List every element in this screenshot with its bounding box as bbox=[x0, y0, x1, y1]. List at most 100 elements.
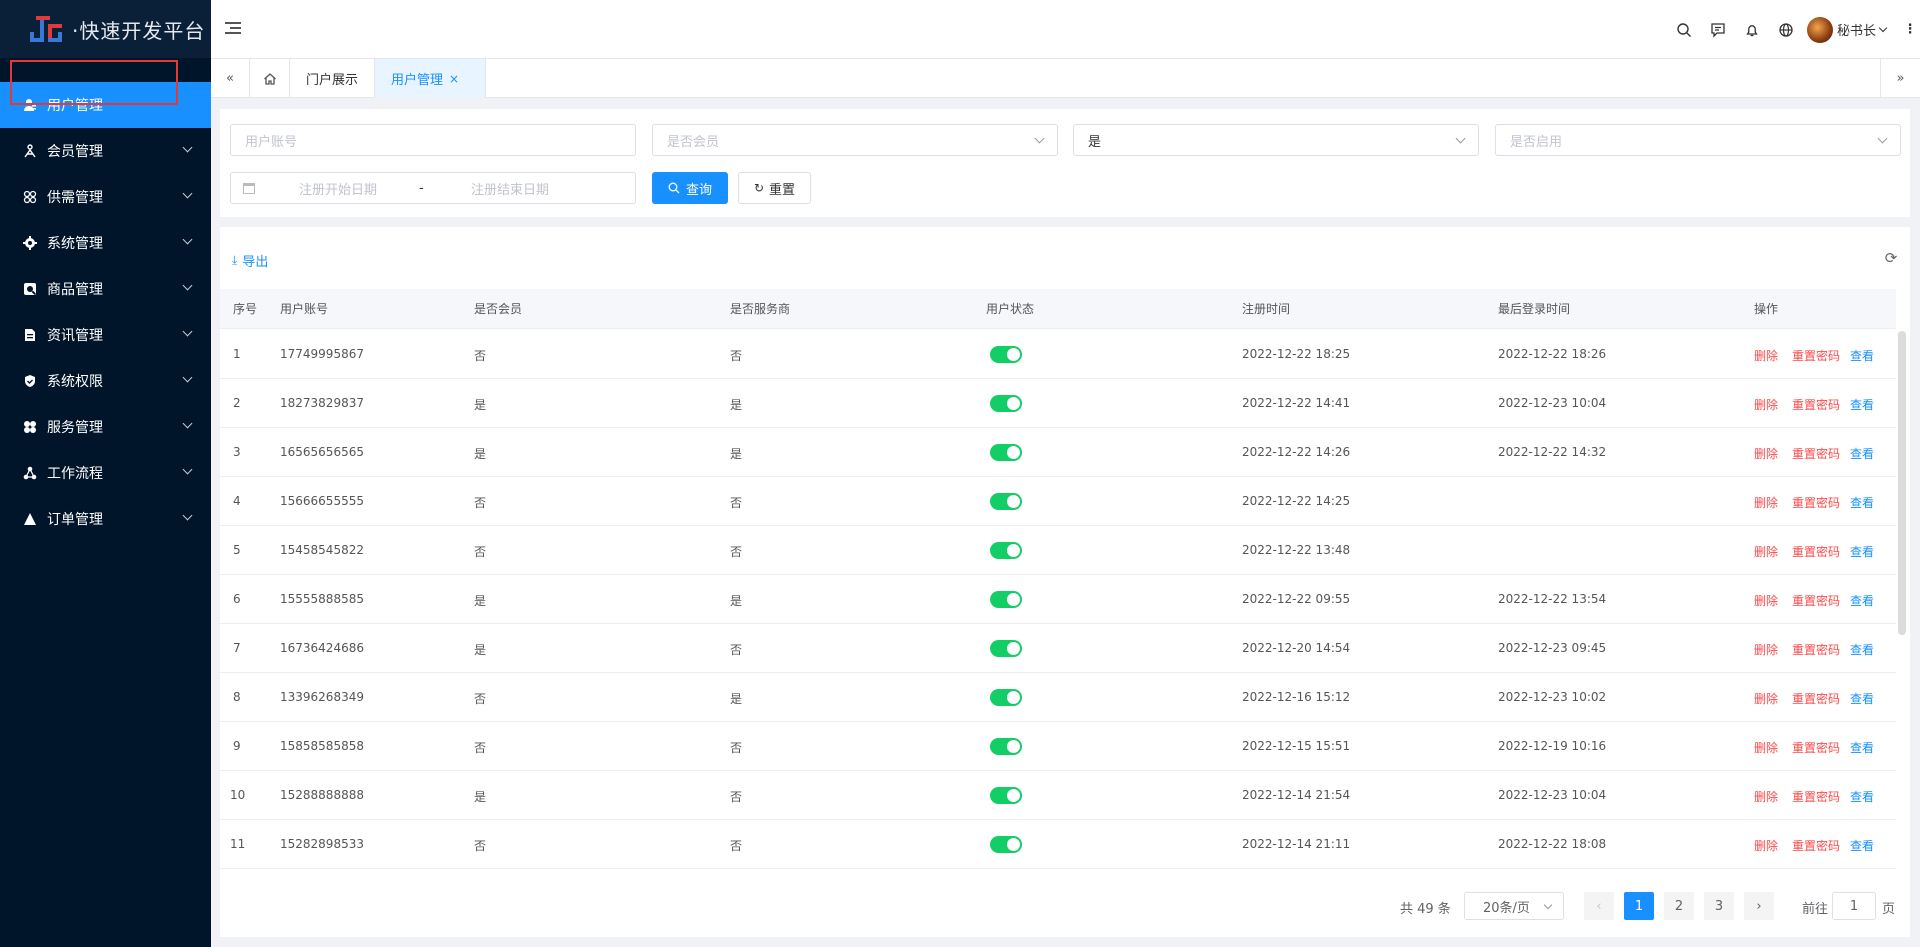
bell-icon[interactable] bbox=[1735, 13, 1769, 47]
view-link[interactable]: 查看 bbox=[1850, 641, 1874, 658]
members-icon bbox=[22, 143, 38, 159]
view-link[interactable]: 查看 bbox=[1850, 592, 1874, 609]
delete-link[interactable]: 删除 bbox=[1754, 788, 1778, 805]
table-row: 1 17749995867 否 否 2022-12-22 18:25 2022-12-22… bbox=[220, 330, 1896, 379]
view-link[interactable]: 查看 bbox=[1850, 788, 1874, 805]
status-toggle[interactable] bbox=[990, 395, 1022, 412]
cell-no: 8 bbox=[233, 690, 241, 704]
reset-password-link[interactable]: 重置密码 bbox=[1792, 445, 1840, 462]
reset-password-link[interactable]: 重置密码 bbox=[1792, 739, 1840, 756]
sidebar-item-permissions[interactable]: 系统权限 bbox=[0, 358, 211, 404]
view-link[interactable]: 查看 bbox=[1850, 739, 1874, 756]
reset-password-link[interactable]: 重置密码 bbox=[1792, 543, 1840, 560]
goto-page-input[interactable]: 1 bbox=[1832, 892, 1876, 920]
scroll-left-icon[interactable]: « bbox=[211, 59, 250, 98]
sidebar-item-services[interactable]: 服务管理 bbox=[0, 404, 211, 450]
delete-link[interactable]: 删除 bbox=[1754, 445, 1778, 462]
view-link[interactable]: 查看 bbox=[1850, 837, 1874, 854]
user-menu[interactable]: 秘书长 bbox=[1806, 16, 1892, 43]
total-count: 共 49 条 bbox=[1400, 902, 1451, 917]
reset-password-link[interactable]: 重置密码 bbox=[1792, 690, 1840, 707]
search-panel: 用户账号 是否会员 是 是否启用 注册开始日期 - 注册结束日期 查询 ↻ 重置 bbox=[220, 109, 1910, 217]
logo: ·快速开发平台 bbox=[0, 0, 211, 58]
cell-account: 15858585858 bbox=[280, 739, 364, 753]
status-toggle[interactable] bbox=[990, 689, 1022, 706]
account-input[interactable]: 用户账号 bbox=[230, 124, 636, 156]
cell-account: 15288888888 bbox=[280, 788, 364, 802]
delete-link[interactable]: 删除 bbox=[1754, 690, 1778, 707]
sidebar-item-goods[interactable]: 商品管理 bbox=[0, 266, 211, 312]
tab-user-management[interactable]: 用户管理 × bbox=[375, 59, 486, 98]
view-link[interactable]: 查看 bbox=[1850, 445, 1874, 462]
status-toggle[interactable] bbox=[990, 493, 1022, 510]
status-toggle[interactable] bbox=[990, 346, 1022, 363]
username[interactable]: 秘书长 bbox=[1837, 20, 1876, 39]
sidebar-item-members[interactable]: 会员管理 bbox=[0, 128, 211, 174]
chevron-down-icon bbox=[182, 234, 193, 245]
delete-link[interactable]: 删除 bbox=[1754, 347, 1778, 364]
table-row: 3 16565656565 是 是 2022-12-22 14:26 2022-12-22… bbox=[220, 428, 1896, 477]
provider-select[interactable]: 是 bbox=[1073, 124, 1479, 156]
vertical-scrollbar[interactable] bbox=[1898, 331, 1906, 635]
view-link[interactable]: 查看 bbox=[1850, 690, 1874, 707]
sidebar-item-news[interactable]: 资讯管理 bbox=[0, 312, 211, 358]
status-toggle[interactable] bbox=[990, 444, 1022, 461]
view-link[interactable]: 查看 bbox=[1850, 396, 1874, 413]
reset-password-link[interactable]: 重置密码 bbox=[1792, 788, 1840, 805]
delete-link[interactable]: 删除 bbox=[1754, 543, 1778, 560]
status-toggle[interactable] bbox=[990, 787, 1022, 804]
cell-provider: 否 bbox=[730, 839, 743, 853]
export-button[interactable]: ⤓ 导出 bbox=[232, 251, 268, 270]
status-toggle[interactable] bbox=[990, 738, 1022, 755]
more-vertical-icon[interactable]: ⋮ bbox=[1900, 22, 1920, 37]
enabled-select[interactable]: 是否启用 bbox=[1495, 124, 1901, 156]
close-icon[interactable]: × bbox=[449, 72, 459, 86]
view-link[interactable]: 查看 bbox=[1850, 494, 1874, 511]
status-toggle[interactable] bbox=[990, 836, 1022, 853]
status-toggle[interactable] bbox=[990, 591, 1022, 608]
page-2-button[interactable]: 2 bbox=[1664, 892, 1694, 920]
sidebar-item-system[interactable]: 系统管理 bbox=[0, 220, 211, 266]
reset-password-link[interactable]: 重置密码 bbox=[1792, 396, 1840, 413]
query-button[interactable]: 查询 bbox=[652, 172, 728, 204]
next-page-button[interactable]: › bbox=[1744, 892, 1774, 920]
delete-link[interactable]: 删除 bbox=[1754, 641, 1778, 658]
search-icon[interactable] bbox=[1667, 13, 1701, 47]
delete-link[interactable]: 删除 bbox=[1754, 494, 1778, 511]
delete-link[interactable]: 删除 bbox=[1754, 837, 1778, 854]
view-link[interactable]: 查看 bbox=[1850, 347, 1874, 364]
avatar[interactable] bbox=[1806, 16, 1833, 43]
delete-link[interactable]: 删除 bbox=[1754, 592, 1778, 609]
tab-portal[interactable]: 门户展示 bbox=[290, 59, 375, 98]
reset-password-link[interactable]: 重置密码 bbox=[1792, 347, 1840, 364]
reset-password-link[interactable]: 重置密码 bbox=[1792, 494, 1840, 511]
prev-page-button[interactable]: ‹ bbox=[1584, 892, 1614, 920]
delete-link[interactable]: 删除 bbox=[1754, 396, 1778, 413]
status-toggle[interactable] bbox=[990, 542, 1022, 559]
page-3-button[interactable]: 3 bbox=[1704, 892, 1734, 920]
page-1-button[interactable]: 1 bbox=[1624, 892, 1654, 920]
delete-link[interactable]: 删除 bbox=[1754, 739, 1778, 756]
collapse-menu-icon[interactable] bbox=[225, 22, 241, 36]
message-icon[interactable] bbox=[1701, 13, 1735, 47]
sidebar-item-users[interactable]: 用户管理 bbox=[0, 82, 211, 128]
status-toggle[interactable] bbox=[990, 640, 1022, 657]
page-size-select[interactable]: 20条/页 bbox=[1464, 892, 1564, 920]
reset-password-link[interactable]: 重置密码 bbox=[1792, 641, 1840, 658]
member-select[interactable]: 是否会员 bbox=[652, 124, 1058, 156]
refresh-icon[interactable]: ⟳ bbox=[1882, 249, 1900, 267]
view-link[interactable]: 查看 bbox=[1850, 543, 1874, 560]
date-range-picker[interactable]: 注册开始日期 - 注册结束日期 bbox=[230, 172, 636, 204]
header-no: 序号 bbox=[233, 302, 258, 316]
scroll-right-icon[interactable]: » bbox=[1880, 59, 1920, 98]
sidebar-item-supply[interactable]: 供需管理 bbox=[0, 174, 211, 220]
cell-last-login: 2022-12-23 10:02 bbox=[1498, 690, 1607, 704]
sidebar-item-orders[interactable]: 订单管理 bbox=[0, 496, 211, 542]
cell-last-login: 2022-12-19 10:16 bbox=[1498, 739, 1607, 753]
reset-password-link[interactable]: 重置密码 bbox=[1792, 592, 1840, 609]
reset-password-link[interactable]: 重置密码 bbox=[1792, 837, 1840, 854]
reset-button[interactable]: ↻ 重置 bbox=[738, 172, 811, 204]
sidebar-item-workflow[interactable]: 工作流程 bbox=[0, 450, 211, 496]
home-icon[interactable] bbox=[250, 59, 290, 98]
globe-icon[interactable] bbox=[1769, 13, 1803, 47]
